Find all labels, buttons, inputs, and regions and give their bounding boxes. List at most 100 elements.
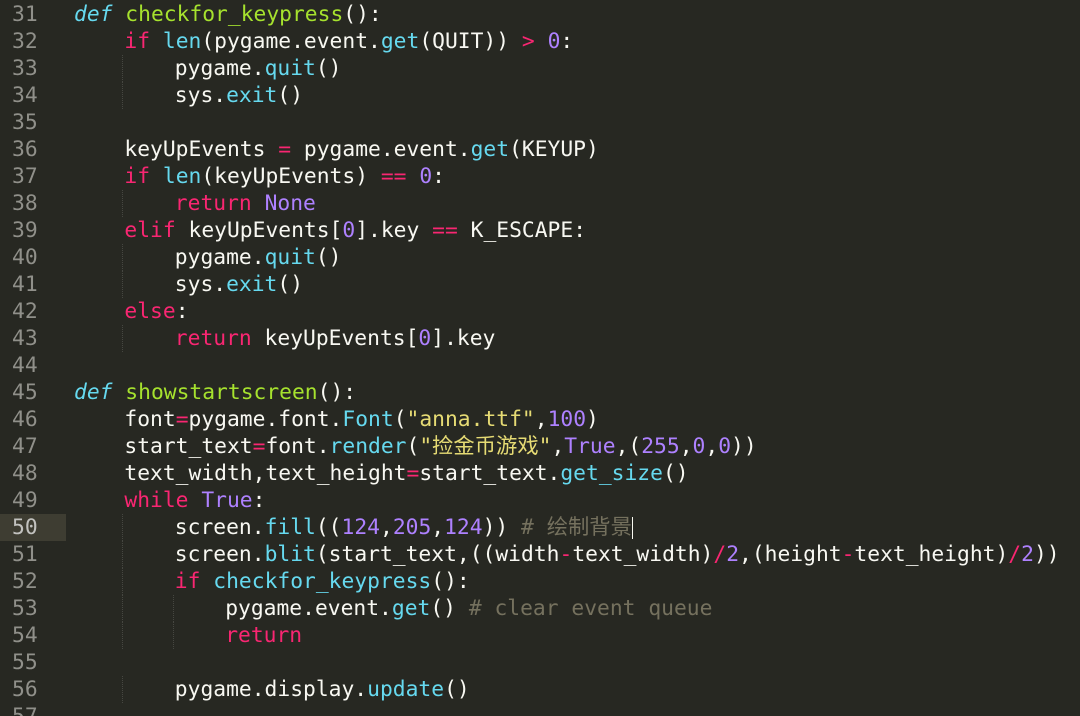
indent-guide	[122, 622, 124, 649]
code-token: =	[406, 461, 420, 486]
code-token: :	[432, 164, 445, 189]
code-line[interactable]: 50 screen.fill((124,205,124)) # 绘制背景	[0, 514, 1080, 541]
line-number: 34	[0, 82, 66, 109]
code-line[interactable]: 48 text_width,text_height=start_text.get_…	[0, 460, 1080, 487]
code-line[interactable]: 55	[0, 649, 1080, 676]
code-token: else	[124, 299, 176, 324]
line-number-label: 41	[12, 272, 38, 297]
code-token: len	[162, 29, 202, 54]
code-line[interactable]: 37 if len(keyUpEvents) == 0:	[0, 163, 1080, 190]
code-text: return keyUpEvents[0].key	[175, 325, 496, 352]
code-line[interactable]: 52 if checkfor_keypress():	[0, 568, 1080, 595]
code-token: update	[367, 677, 445, 702]
code-token: len	[162, 164, 202, 189]
line-number-label: 32	[12, 29, 38, 54]
code-token: keyUpEvents[	[251, 326, 419, 351]
line-number: 57	[0, 703, 66, 716]
code-token: checkfor_keypress	[213, 569, 432, 594]
line-number-label: 47	[12, 434, 38, 459]
code-text: return None	[175, 190, 316, 217]
code-token: None	[264, 191, 316, 216]
code-token: ((	[315, 515, 342, 540]
line-number-label: 57	[12, 703, 38, 716]
line-number: 44	[0, 352, 66, 379]
code-token: ()	[277, 83, 304, 108]
code-text: sys.exit()	[175, 271, 303, 298]
code-line[interactable]: 33 pygame.quit()	[0, 55, 1080, 82]
code-line[interactable]: 56 pygame.display.update()	[0, 676, 1080, 703]
code-line[interactable]: 34 sys.exit()	[0, 82, 1080, 109]
indent-guide	[122, 676, 124, 703]
code-line[interactable]: 32 if len(pygame.event.get(QUIT)) > 0:	[0, 28, 1080, 55]
code-line[interactable]: 49 while True:	[0, 487, 1080, 514]
indent-guide	[172, 622, 174, 649]
line-number: 43	[0, 325, 66, 352]
code-token: K_ESCAPE:	[457, 218, 587, 243]
code-token: 100	[547, 407, 587, 432]
code-line[interactable]: 46 font=pygame.font.Font("anna.ttf",100)	[0, 406, 1080, 433]
line-number: 49	[0, 487, 66, 514]
code-line[interactable]: 57	[0, 703, 1080, 716]
code-token: # 绘制背景	[521, 515, 632, 540]
code-line[interactable]: 53 pygame.event.get() # clear event queue	[0, 595, 1080, 622]
code-line[interactable]: 43 return keyUpEvents[0].key	[0, 325, 1080, 352]
code-token: pygame.	[174, 56, 265, 81]
code-token: if	[174, 569, 201, 594]
code-token: checkfor_keypress	[125, 2, 344, 27]
line-number-label: 35	[12, 110, 38, 135]
code-line[interactable]: 39 elif keyUpEvents[0].key == K_ESCAPE:	[0, 217, 1080, 244]
code-text: if len(pygame.event.get(QUIT)) > 0:	[124, 28, 573, 55]
code-token: font	[124, 407, 176, 432]
code-token: text_width)	[572, 542, 714, 567]
code-token: ))	[1033, 542, 1060, 567]
code-token: return	[174, 191, 252, 216]
code-token: screen.	[174, 515, 265, 540]
line-number-label: 54	[12, 623, 38, 648]
code-token: 205	[392, 515, 432, 540]
indent-guide	[122, 595, 124, 622]
code-line[interactable]: 40 pygame.quit()	[0, 244, 1080, 271]
code-text: pygame.display.update()	[175, 676, 470, 703]
code-line[interactable]: 45 def showstartscreen():	[0, 379, 1080, 406]
code-token: fill	[264, 515, 316, 540]
code-token: 0	[419, 164, 433, 189]
code-text: elif keyUpEvents[0].key == K_ESCAPE:	[124, 217, 586, 244]
code-token: -	[841, 542, 855, 567]
code-line[interactable]: 35	[0, 109, 1080, 136]
line-number-label: 48	[12, 461, 38, 486]
code-line[interactable]: 54 return	[0, 622, 1080, 649]
line-number: 39	[0, 217, 66, 244]
code-token: ()	[430, 596, 469, 621]
code-line[interactable]: 47 start_text=font.render("捡金币游戏",True,(2…	[0, 433, 1080, 460]
code-token: def	[74, 380, 113, 405]
code-editor[interactable]: 31 def checkfor_keypress(): 32 if len(pygam…	[0, 0, 1080, 716]
code-line[interactable]: 38 return None	[0, 190, 1080, 217]
code-line[interactable]: 41 sys.exit()	[0, 271, 1080, 298]
code-token: blit	[264, 542, 316, 567]
code-token: ,	[705, 434, 719, 459]
code-token: "捡金币游戏"	[419, 434, 552, 459]
code-token: True	[564, 434, 616, 459]
line-number-label: 36	[12, 137, 38, 162]
code-text: keyUpEvents = pygame.event.get(KEYUP)	[124, 136, 598, 163]
indent-guide	[122, 514, 124, 541]
indent-guide	[122, 190, 124, 217]
line-number-label: 37	[12, 164, 38, 189]
code-text: sys.exit()	[175, 82, 303, 109]
code-token: =	[278, 137, 292, 162]
code-token: Font	[342, 407, 394, 432]
code-text: if len(keyUpEvents) == 0:	[124, 163, 445, 190]
line-number: 52	[0, 568, 66, 595]
code-line[interactable]: 51 screen.blit(start_text,((width-text_wi…	[0, 541, 1080, 568]
code-token: /	[1008, 542, 1022, 567]
line-number: 54	[0, 622, 66, 649]
code-line[interactable]: 36 keyUpEvents = pygame.event.get(KEYUP)	[0, 136, 1080, 163]
code-token: :	[560, 29, 574, 54]
code-token: if	[124, 29, 151, 54]
code-token: ==	[432, 218, 458, 243]
code-token: # clear event queue	[468, 596, 713, 621]
code-line[interactable]: 42 else:	[0, 298, 1080, 325]
code-line[interactable]: 31 def checkfor_keypress():	[0, 1, 1080, 28]
code-line[interactable]: 44	[0, 352, 1080, 379]
